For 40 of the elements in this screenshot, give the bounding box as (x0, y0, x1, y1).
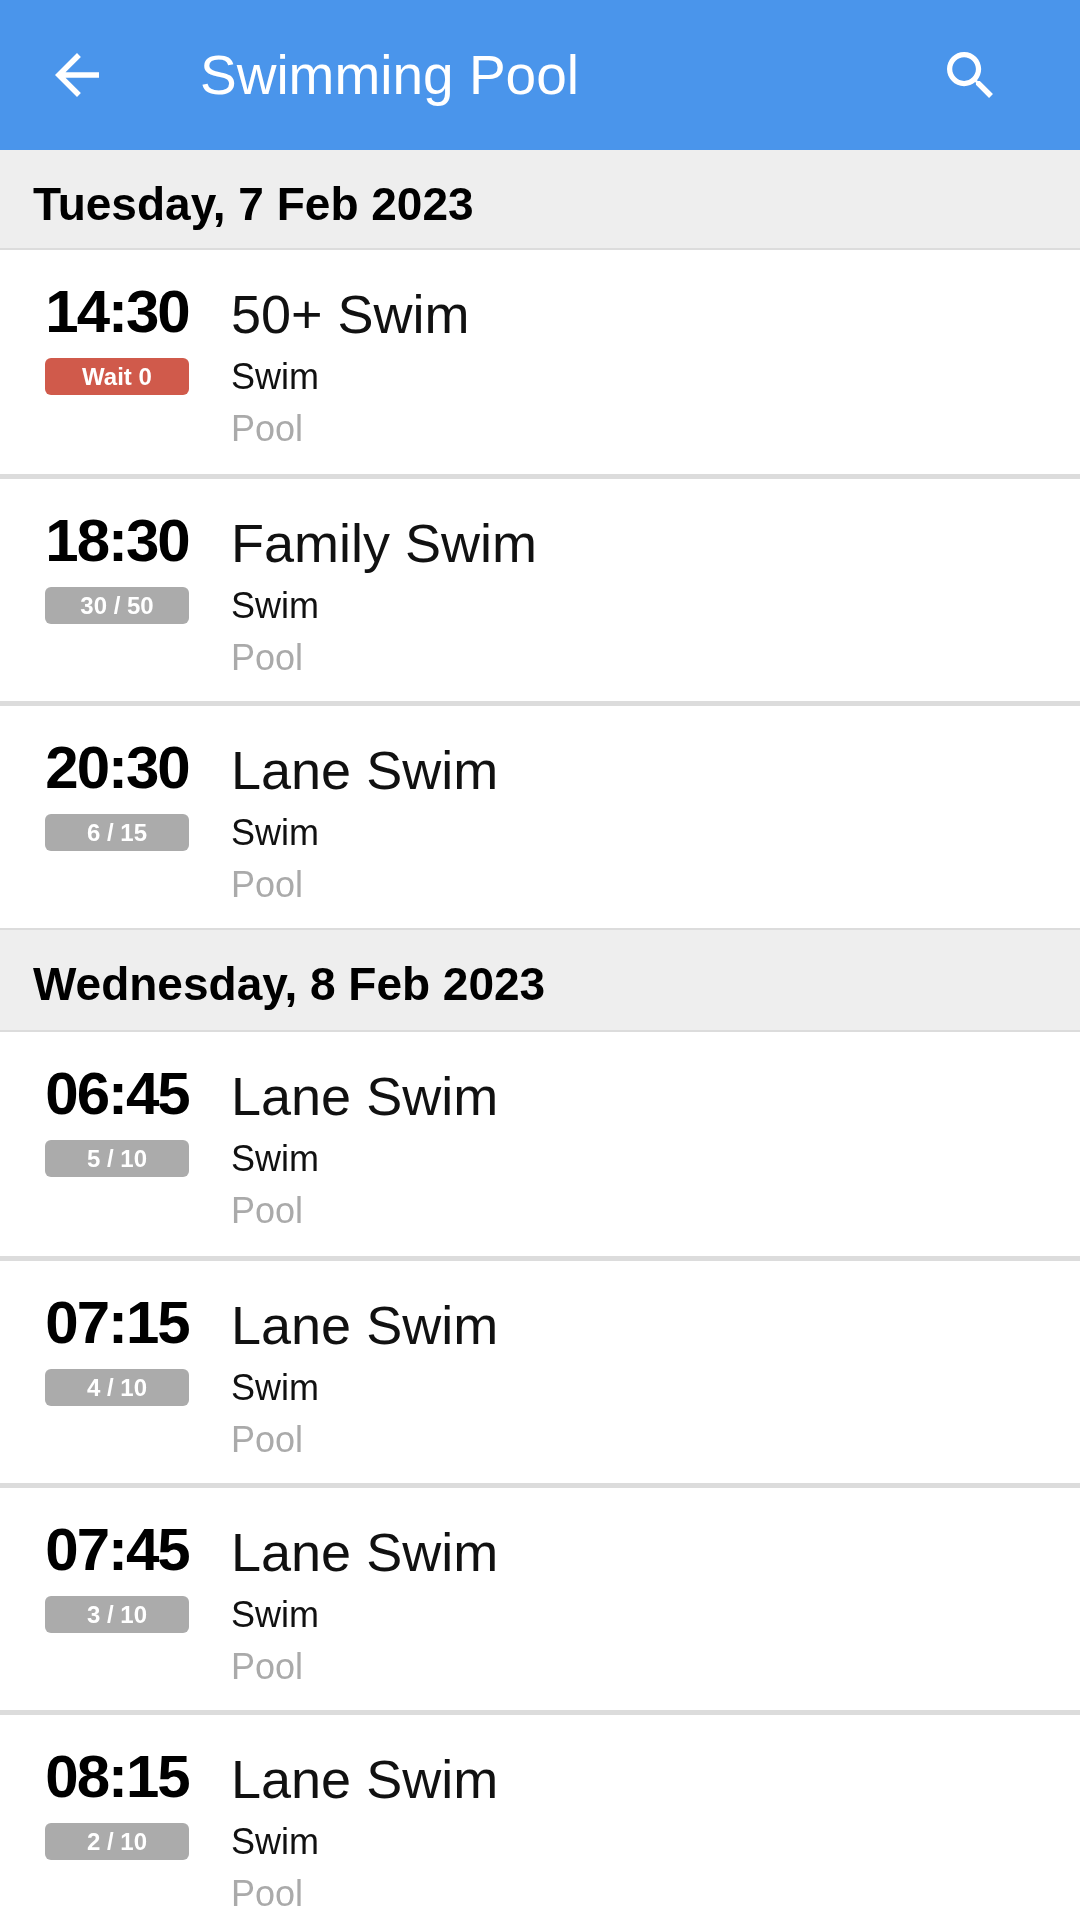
session-location: Pool (231, 863, 304, 907)
back-arrow-icon[interactable] (55, 53, 99, 97)
availability-badge: 2 / 10 (45, 1823, 189, 1860)
session-time: 08:15 (45, 1745, 189, 1809)
session-category: Swim (231, 1820, 319, 1864)
session-time: 07:45 (45, 1518, 189, 1582)
availability-badge: 30 / 50 (45, 587, 189, 624)
session-name: Lane Swim (231, 1521, 499, 1583)
screen-title: Swimming Pool (200, 43, 579, 107)
session-name: Lane Swim (231, 1065, 499, 1127)
availability-badge: Wait 0 (45, 358, 189, 395)
availability-badge: 4 / 10 (45, 1369, 189, 1406)
date-header: Tuesday, 7 Feb 2023 (0, 150, 1080, 250)
session-time: 18:30 (45, 509, 189, 573)
session-category: Swim (231, 1366, 319, 1410)
session-time: 06:45 (45, 1062, 189, 1126)
session-category: Swim (231, 1137, 319, 1181)
session-category: Swim (231, 355, 319, 399)
session-category: Swim (231, 584, 319, 628)
session-location: Pool (231, 1189, 304, 1233)
search-icon[interactable] (947, 52, 993, 98)
session-time: 07:15 (45, 1291, 189, 1355)
session-name: Lane Swim (231, 1748, 499, 1810)
availability-badge: 5 / 10 (45, 1140, 189, 1177)
session-name: 50+ Swim (231, 283, 470, 345)
session-location: Pool (231, 407, 304, 451)
session-name: Lane Swim (231, 1294, 499, 1356)
date-header: Wednesday, 8 Feb 2023 (0, 928, 1080, 1032)
session-category: Swim (231, 811, 319, 855)
session-location: Pool (231, 1418, 304, 1462)
availability-badge: 6 / 15 (45, 814, 189, 851)
session-location: Pool (231, 1645, 304, 1689)
session-location: Pool (231, 1872, 304, 1916)
availability-badge: 3 / 10 (45, 1596, 189, 1633)
session-name: Lane Swim (231, 739, 499, 801)
session-location: Pool (231, 636, 304, 680)
session-name: Family Swim (231, 512, 537, 574)
session-time: 14:30 (45, 280, 189, 344)
session-category: Swim (231, 1593, 319, 1637)
session-time: 20:30 (45, 736, 189, 800)
